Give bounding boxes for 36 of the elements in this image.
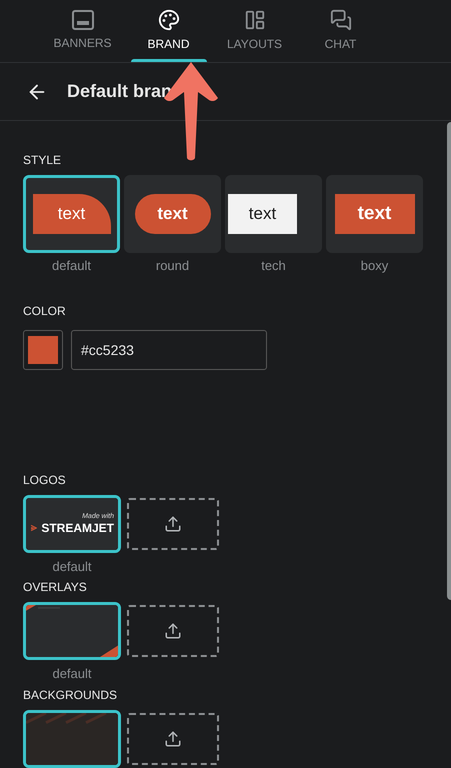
style-option[interactable]: text [23,175,120,253]
logo-wordmark: STREAMJET [41,522,114,534]
nav-tab[interactable]: LAYOUTS [212,0,298,62]
upload-icon [164,514,182,533]
section-heading: LOGOS [23,472,67,489]
section-heading: OVERLAYS [23,579,88,596]
style-label: round [156,257,190,275]
style-label: default [52,257,92,275]
style-option[interactable]: text [124,175,221,253]
chat-icon [330,9,352,31]
style-option[interactable]: text [225,175,322,253]
section-heading: BACKGROUNDS [23,687,118,704]
style-sample: text [134,194,210,234]
nav-tab[interactable]: BRAND [126,0,212,62]
style-label: boxy [360,257,388,275]
upload-button[interactable] [127,713,219,765]
style-sample: text [228,194,297,234]
style-label: tech [261,257,286,275]
style-option[interactable]: text [326,175,423,253]
upload-button[interactable] [127,605,219,658]
section-heading: STYLE [23,152,62,169]
thumbnail-label: default [52,558,92,576]
hex-input-field[interactable]: #cc5233 [71,330,267,370]
section-heading: COLOR [23,302,67,320]
nav-tab[interactable]: BANNERS [40,0,126,62]
style-sample: text [32,194,110,234]
nav-tab[interactable]: CHAT [298,0,384,62]
banner-icon [72,10,94,30]
style-sample: text [334,194,414,234]
palette-icon [158,9,180,31]
upload-icon [164,622,182,640]
upload-button[interactable] [127,498,219,550]
layout-icon [244,9,266,31]
thumbnail-label: default [52,665,92,684]
upload-icon [164,730,182,748]
color-swatch[interactable] [23,330,63,370]
